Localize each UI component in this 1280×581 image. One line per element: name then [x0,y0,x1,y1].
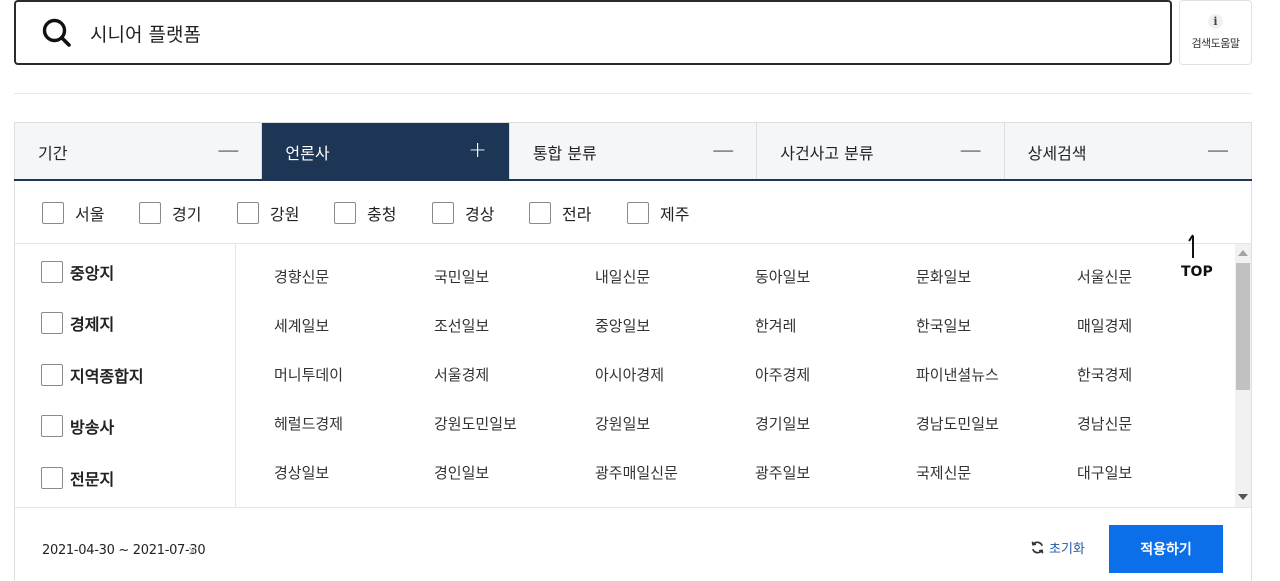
reset-label: 초기화 [1049,542,1085,557]
press-item[interactable]: 경기일보 [755,413,810,434]
press-type-checkbox-national[interactable]: 중앙지 [41,260,114,284]
press-item[interactable]: 경남도민일보 [916,413,999,434]
filter-tabs: 기간 — 언론사 + 통합 분류 — 사건사고 분류 — 상세검색 — [14,122,1252,180]
checkbox[interactable] [237,202,259,224]
press-item[interactable]: 경남신문 [1077,413,1132,434]
press-item[interactable]: 대구일보 [1077,462,1132,483]
search-help-label: 검색도움말 [1191,37,1240,50]
collapse-icon[interactable]: — [217,138,239,164]
reset-button[interactable]: 초기화 [1030,538,1085,557]
press-item[interactable]: 아주경제 [755,364,810,385]
tab-advanced-search[interactable]: 상세검색 — [1005,123,1251,180]
tab-integrated-category[interactable]: 통합 분류 — [510,123,758,180]
press-item[interactable]: 매일경제 [1077,315,1132,336]
press-item[interactable]: 서울신문 [1077,266,1132,287]
press-item[interactable]: 문화일보 [916,266,971,287]
region-checkbox-jeolla[interactable]: 전라 [529,201,591,225]
scroll-to-top-button[interactable]: TOP [1178,233,1218,283]
region-checkbox-gyeongsang[interactable]: 경상 [432,201,494,225]
press-item[interactable]: 강원도민일보 [434,413,517,434]
expand-icon[interactable]: + [468,138,486,164]
region-filter-row: 서울 경기 강원 충청 경상 전라 제주 [15,181,1251,244]
press-item[interactable]: 경상일보 [274,462,329,483]
press-item[interactable]: 한국일보 [916,315,971,336]
refresh-icon [1031,541,1044,554]
press-item[interactable]: 내일신문 [595,266,650,287]
tab-label: 기간 [38,143,68,163]
checkbox[interactable] [41,364,63,386]
press-item[interactable]: 광주매일신문 [595,462,678,483]
press-item[interactable]: 국민일보 [434,266,489,287]
press-filter-panel: 서울 경기 강원 충청 경상 전라 제주 중앙지 경제지 지역종합지 방송사 전… [14,181,1252,581]
checkbox[interactable] [139,202,161,224]
tab-label: 상세검색 [1027,143,1087,163]
top-label: TOP [1181,264,1213,280]
press-item[interactable]: 아시아경제 [595,364,664,385]
tab-press[interactable]: 언론사 + [262,123,510,180]
press-item[interactable]: 중앙일보 [595,315,650,336]
press-item[interactable]: 한겨레 [755,315,796,336]
tab-label: 사건사고 분류 [780,143,874,163]
press-item[interactable]: 경향신문 [274,266,329,287]
tab-period[interactable]: 기간 — [15,123,263,180]
press-list-scrollbar[interactable] [1235,244,1251,507]
tab-label: 통합 분류 [532,143,597,163]
press-item[interactable]: 헤럴드경제 [274,413,343,434]
press-item[interactable]: 서울경제 [434,364,489,385]
press-item[interactable]: 한국경제 [1077,364,1132,385]
search-input[interactable] [90,16,1150,50]
press-type-checkbox-economic[interactable]: 경제지 [41,311,114,335]
collapse-icon[interactable]: — [960,138,982,164]
search-help-button[interactable]: i 검색도움말 [1179,0,1252,65]
press-item[interactable]: 머니투데이 [274,364,343,385]
apply-button[interactable]: 적용하기 [1109,525,1223,573]
tab-label: 언론사 [285,143,330,163]
press-type-list: 중앙지 경제지 지역종합지 방송사 전문지 [15,244,236,507]
press-item[interactable]: 강원일보 [595,413,650,434]
press-item[interactable]: 세계일보 [274,315,329,336]
checkbox[interactable] [41,467,63,489]
press-type-checkbox-regional[interactable]: 지역종합지 [41,363,144,387]
checkbox[interactable] [41,312,63,334]
checkbox[interactable] [42,202,64,224]
selected-date-range: 2021-04-30 ~ 2021-07-30 [42,543,206,558]
press-type-checkbox-specialized[interactable]: 전문지 [41,466,114,490]
region-checkbox-gangwon[interactable]: 강원 [237,201,299,225]
press-item[interactable]: 경인일보 [434,462,489,483]
search-icon[interactable] [41,17,73,49]
press-outlet-list: 경향신문 국민일보 내일신문 동아일보 문화일보 서울신문 세계일보 조선일보 … [237,244,1233,507]
region-checkbox-seoul[interactable]: 서울 [42,201,104,225]
checkbox[interactable] [41,261,63,283]
press-item[interactable]: 조선일보 [434,315,489,336]
press-item[interactable]: 국제신문 [916,462,971,483]
collapse-icon[interactable]: — [712,138,734,164]
checkbox[interactable] [432,202,454,224]
region-checkbox-gyeonggi[interactable]: 경기 [139,201,201,225]
tab-incident-category[interactable]: 사건사고 분류 — [757,123,1005,180]
checkbox[interactable] [529,202,551,224]
press-item[interactable]: 동아일보 [755,266,810,287]
checkbox[interactable] [334,202,356,224]
checkbox[interactable] [627,202,649,224]
collapse-icon[interactable]: — [1207,138,1229,164]
divider [14,93,1252,94]
press-item[interactable]: 파이낸셜뉴스 [916,364,999,385]
region-checkbox-chungcheong[interactable]: 충청 [334,201,396,225]
region-checkbox-jeju[interactable]: 제주 [627,201,689,225]
checkbox[interactable] [41,415,63,437]
filter-footer: 2021-04-30 ~ 2021-07-30 × 초기화 적용하기 [15,507,1251,581]
press-item[interactable]: 광주일보 [755,462,810,483]
scroll-down-arrow-icon[interactable] [1238,494,1248,500]
press-type-checkbox-broadcast[interactable]: 방송사 [41,414,114,438]
info-icon: i [1208,14,1223,29]
scrollbar-thumb[interactable] [1236,263,1250,390]
arrow-up-icon [1188,234,1194,258]
scroll-up-arrow-icon[interactable] [1238,250,1248,256]
clear-date-icon[interactable]: × [187,544,198,559]
search-box[interactable] [14,0,1172,65]
